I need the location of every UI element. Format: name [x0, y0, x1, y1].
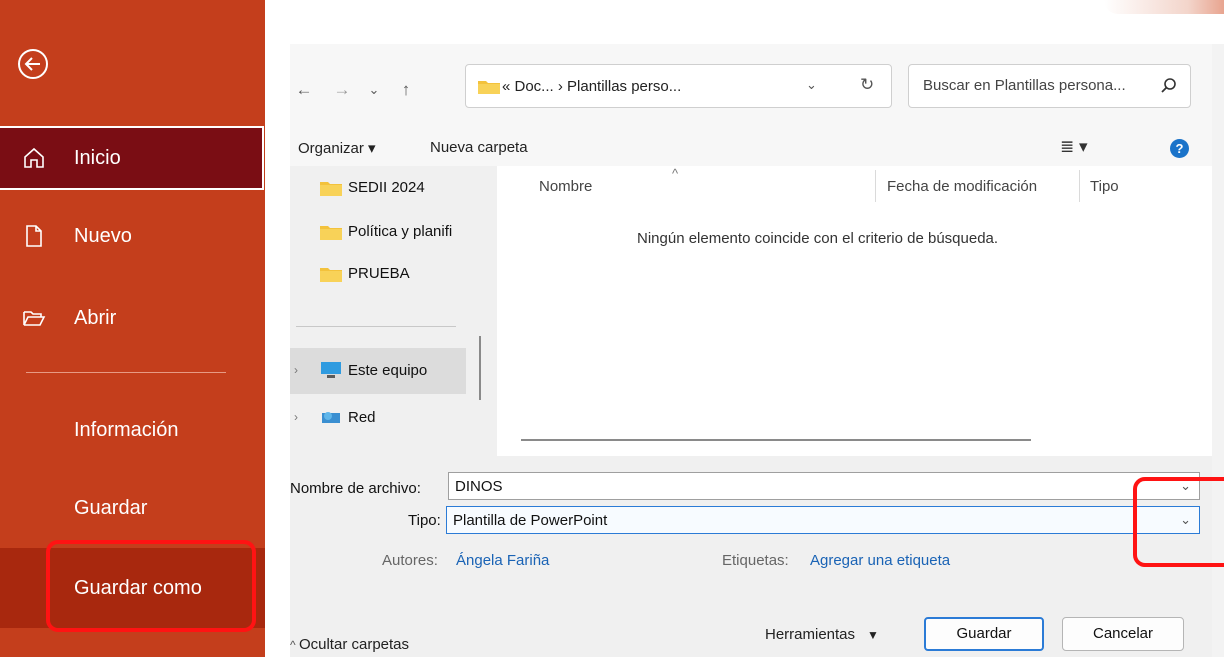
nav-scrollbar[interactable] — [479, 336, 481, 400]
nav-folder-label: Este equipo — [348, 362, 428, 379]
search-box[interactable] — [908, 64, 1191, 108]
address-bar[interactable]: « Doc... › Plantillas perso... ⌄ ↻ — [465, 64, 892, 108]
command-bar: Organizar ▾ Nueva carpeta ≣ ▾ ? — [290, 132, 1212, 166]
organize-menu[interactable]: Organizar ▾ — [298, 139, 376, 157]
folder-icon — [320, 268, 342, 282]
nav-item-abrir[interactable]: Abrir — [0, 290, 265, 346]
chevron-up-icon: ^ — [290, 638, 299, 652]
navigation-pane: SEDII 2024 Política y planifi PRUEBA › E… — [290, 166, 497, 456]
tools-menu[interactable]: Herramientas ▼ — [765, 626, 879, 643]
new-folder-button[interactable]: Nueva carpeta — [430, 139, 528, 156]
save-options-panel: Nombre de archivo: DINOS ⌄ Tipo: Plantil… — [290, 456, 1212, 657]
cancel-button[interactable]: Cancelar — [1062, 617, 1184, 651]
chevron-right-icon[interactable]: › — [294, 363, 298, 377]
back-arrow-icon[interactable] — [17, 48, 49, 80]
save-button[interactable]: Guardar — [924, 617, 1044, 651]
chevron-right-icon[interactable]: › — [294, 410, 298, 424]
nav-item-nuevo[interactable]: Nuevo — [0, 208, 265, 264]
annotation-highlight-save-as — [46, 540, 256, 632]
nav-item-label: Información — [74, 418, 179, 441]
view-options-icon[interactable]: ≣ ▾ — [1060, 137, 1088, 157]
tools-label: Herramientas — [765, 626, 856, 643]
nav-folder-label: Política y planifi — [348, 223, 453, 240]
back-icon[interactable]: ← — [292, 80, 316, 100]
recent-locations-icon[interactable]: ⌄ — [362, 80, 386, 100]
type-select[interactable]: Plantilla de PowerPoint ⌄ — [446, 506, 1200, 534]
save-as-dialog: ← → ⌄ ↑ « Doc... › Plantillas perso... ⌄… — [290, 44, 1212, 657]
nav-network[interactable]: › Red — [290, 400, 466, 436]
forward-icon[interactable]: → — [330, 80, 354, 100]
chevron-down-icon[interactable]: ⌄ — [806, 77, 817, 93]
nav-folder-label: SEDII 2024 — [348, 179, 425, 196]
nav-this-pc[interactable]: › Este equipo — [290, 348, 466, 394]
nav-folder-sedii[interactable]: SEDII 2024 — [290, 170, 466, 206]
column-header-date[interactable]: Fecha de modificación — [887, 178, 1037, 195]
refresh-icon[interactable]: ↻ — [860, 75, 874, 95]
breadcrumb[interactable]: « Doc... › Plantillas perso... — [502, 78, 681, 95]
navigation-bar: ← → ⌄ ↑ « Doc... › Plantillas perso... ⌄… — [290, 44, 1212, 132]
folder-icon — [320, 182, 342, 196]
empty-message: Ningún elemento coincide con el criterio… — [637, 230, 999, 247]
background-window-strip — [265, 0, 1224, 44]
sort-arrow-icon: ^ — [672, 166, 679, 181]
search-icon — [1161, 78, 1176, 93]
nav-item-label: Inicio — [74, 146, 121, 169]
nav-item-label: Guardar — [74, 496, 148, 519]
tags-label: Etiquetas: — [722, 552, 789, 569]
type-value: Plantilla de PowerPoint — [453, 512, 608, 529]
caret-down-icon: ▼ — [867, 628, 879, 642]
nav-folder-prueba[interactable]: PRUEBA — [290, 256, 466, 292]
nav-separator — [296, 326, 456, 327]
nav-item-label: Abrir — [74, 306, 117, 329]
column-header-name[interactable]: Nombre — [539, 178, 592, 195]
authors-label: Autores: — [382, 552, 438, 569]
nav-item-label: Nuevo — [74, 224, 132, 247]
column-separator — [875, 170, 876, 202]
column-header-type[interactable]: Tipo — [1090, 178, 1119, 195]
help-icon[interactable]: ? — [1170, 139, 1189, 158]
hide-folders-toggle[interactable]: ^ Ocultar carpetas — [290, 636, 409, 653]
nav-item-inicio[interactable]: Inicio — [0, 126, 264, 190]
search-input[interactable] — [923, 77, 1155, 94]
sidebar-divider — [26, 372, 226, 373]
up-folder-icon[interactable]: ↑ — [394, 80, 418, 100]
annotation-highlight-type-dropdown — [1133, 477, 1224, 567]
nav-item-informacion[interactable]: Información — [0, 402, 265, 458]
filename-value: DINOS — [455, 478, 503, 495]
folder-icon — [320, 226, 342, 240]
new-document-icon — [26, 225, 42, 247]
nav-item-guardar[interactable]: Guardar — [0, 480, 265, 536]
hide-folders-label: Ocultar carpetas — [298, 636, 410, 653]
column-separator — [1079, 170, 1080, 202]
folder-icon — [478, 81, 500, 94]
horizontal-scrollbar[interactable] — [521, 439, 1031, 441]
open-folder-icon — [23, 311, 46, 326]
type-label: Tipo: — [408, 512, 441, 529]
computer-icon — [321, 362, 341, 378]
filename-field[interactable]: DINOS ⌄ — [448, 472, 1200, 500]
nav-folder-politica[interactable]: Política y planifi — [290, 214, 466, 250]
decorative-banner — [1104, 0, 1224, 14]
authors-value[interactable]: Ángela Fariña — [456, 552, 549, 569]
tags-link[interactable]: Agregar una etiqueta — [810, 552, 950, 569]
nav-folder-label: Red — [348, 409, 376, 426]
filename-label: Nombre de archivo: — [290, 480, 421, 497]
home-icon — [24, 147, 44, 168]
network-icon — [322, 412, 340, 423]
file-list: ^ Nombre Fecha de modificación Tipo Ning… — [497, 166, 1212, 456]
nav-folder-label: PRUEBA — [348, 265, 410, 282]
